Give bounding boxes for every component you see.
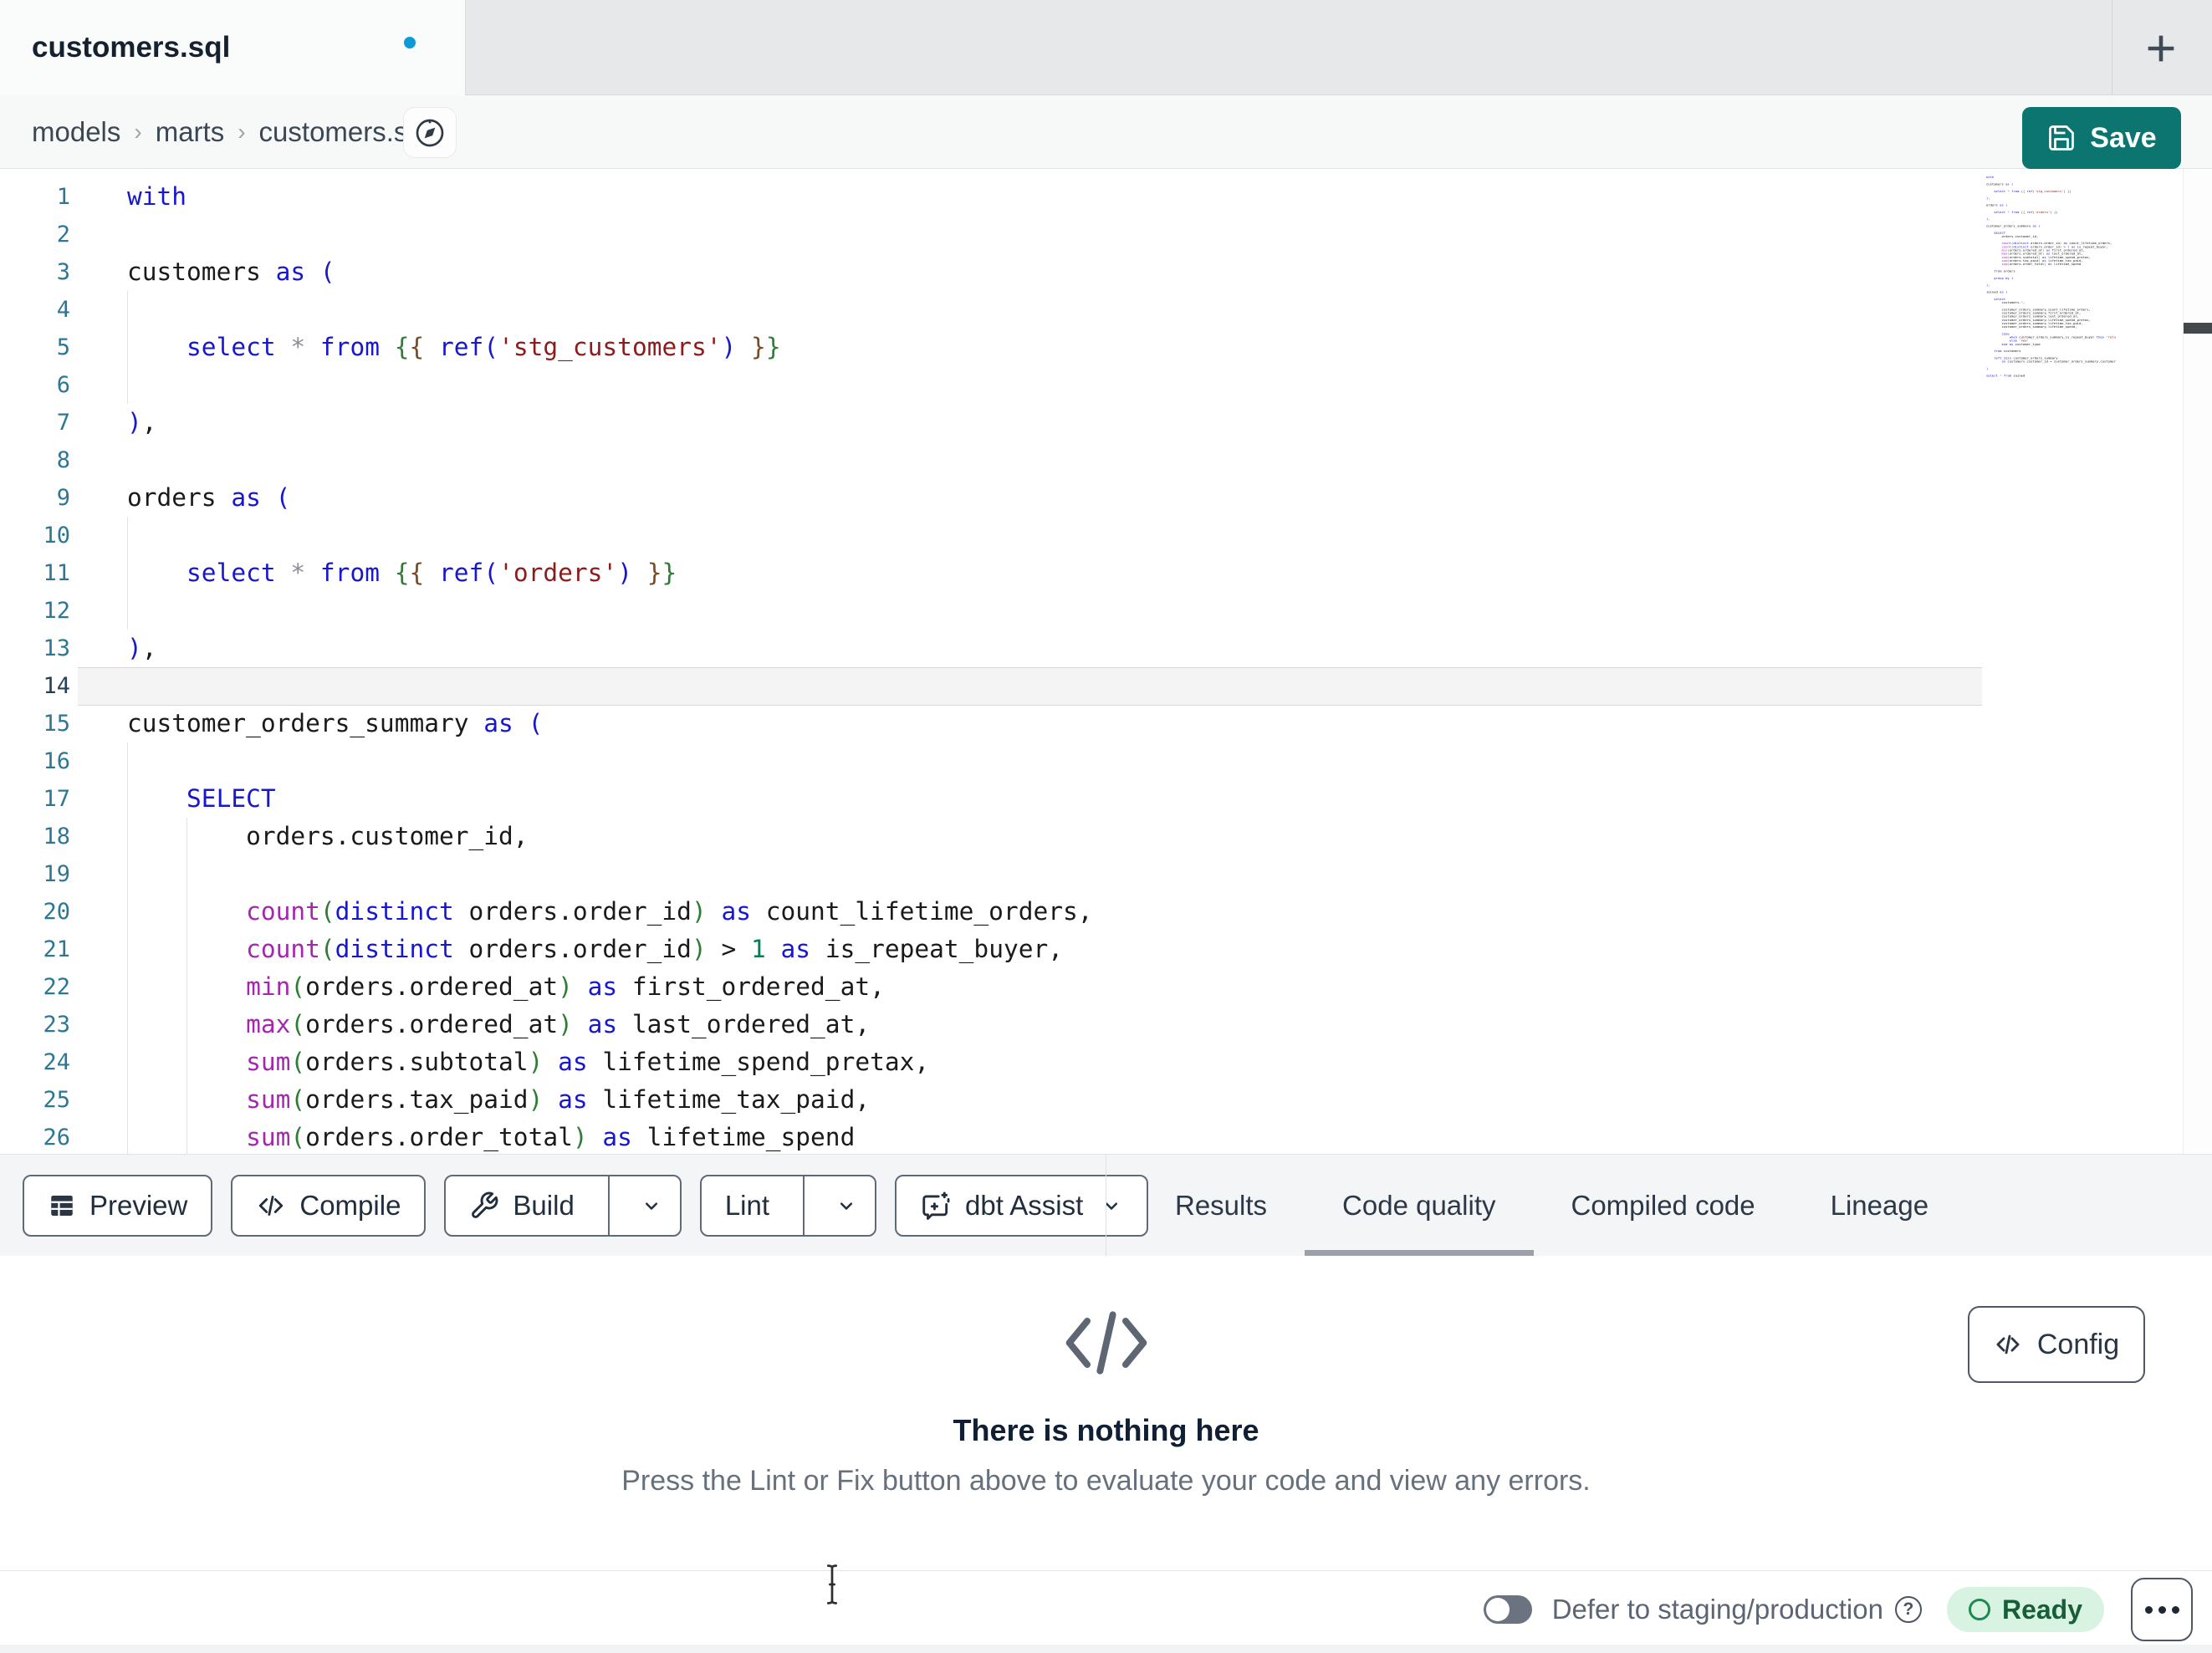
toggle-knob xyxy=(1485,1598,1510,1621)
config-button-label: Config xyxy=(2036,1328,2120,1360)
tab-strip: customers.sql xyxy=(0,0,2212,95)
preview-button[interactable]: Preview xyxy=(23,1175,213,1237)
dbt-assist-button-label: dbt Assist xyxy=(965,1190,1084,1221)
tab-code-quality[interactable]: Code quality xyxy=(1305,1155,1534,1256)
ellipsis-icon xyxy=(2171,1605,2179,1614)
chevron-down-icon xyxy=(640,1194,663,1217)
breadcrumb-models[interactable]: models xyxy=(32,116,120,148)
tab-lineage[interactable]: Lineage xyxy=(1793,1155,1966,1256)
compass-icon xyxy=(413,116,447,150)
ide-status-badge[interactable]: Ready xyxy=(1946,1587,2104,1632)
defer-toggle[interactable] xyxy=(1483,1595,1532,1624)
preview-button-label: Preview xyxy=(89,1190,188,1221)
lint-button-label: Lint xyxy=(724,1190,770,1221)
more-options-button[interactable] xyxy=(2131,1578,2193,1641)
dbt-ide-window: customers.sql models › marts › customers… xyxy=(0,0,2212,1653)
floppy-icon xyxy=(2046,123,2077,153)
breadcrumb-bar: models › marts › customers.sql Save xyxy=(0,95,2212,169)
code-content[interactable]: with customers as ( select * from {{ ref… xyxy=(127,178,1093,1154)
button-divider xyxy=(607,1176,610,1235)
minimap[interactable]: with customers as ( select * from {{ ref… xyxy=(1986,176,2116,381)
compile-button-label: Compile xyxy=(299,1190,401,1221)
tab-results[interactable]: Results xyxy=(1137,1155,1305,1256)
chevron-down-icon xyxy=(835,1194,858,1217)
save-button-label: Save xyxy=(2090,121,2157,154)
tab-compiled-code[interactable]: Compiled code xyxy=(1534,1155,1793,1256)
file-tab-title: customers.sql xyxy=(32,31,231,64)
code-icon xyxy=(256,1191,286,1221)
breadcrumb-separator: › xyxy=(134,119,142,145)
wrench-icon xyxy=(469,1191,499,1221)
unsaved-changes-dot-icon xyxy=(404,37,416,48)
chevron-down-icon xyxy=(1100,1194,1123,1217)
ellipsis-icon xyxy=(2144,1605,2153,1614)
lint-button[interactable]: Lint xyxy=(699,1175,877,1237)
window-bottom-edge xyxy=(0,1645,2212,1653)
build-button[interactable]: Build xyxy=(444,1175,682,1237)
breadcrumb-marts[interactable]: marts xyxy=(156,116,225,148)
code-quality-panel: There is nothing here Press the Lint or … xyxy=(0,1256,2212,1570)
code-icon xyxy=(0,1308,2212,1378)
dbt-assist-button[interactable]: dbt Assist xyxy=(895,1175,1149,1237)
breadcrumb-separator: › xyxy=(238,119,246,145)
file-navigate-button[interactable] xyxy=(403,107,457,158)
button-divider xyxy=(803,1176,805,1235)
code-editor[interactable]: 1 2 3 4 5 6 7 8 9 10 11 12 13 14 15 16 17 18 19 20 21 22 23 24 2… xyxy=(0,169,2212,1154)
table-icon xyxy=(48,1191,76,1220)
config-button[interactable]: Config xyxy=(1968,1306,2145,1383)
new-tab-button[interactable] xyxy=(2138,25,2184,72)
empty-state-title: There is nothing here xyxy=(953,1413,1259,1447)
defer-label: Defer to staging/production xyxy=(1551,1594,1883,1625)
editor-scrollbar[interactable] xyxy=(2183,169,2212,1154)
compile-button[interactable]: Compile xyxy=(231,1175,427,1237)
build-dropdown-button[interactable] xyxy=(623,1194,680,1217)
build-button-label: Build xyxy=(513,1190,575,1221)
editor-toolbar: Preview Compile Build Lint dbt Assist Re… xyxy=(0,1154,2212,1257)
lint-dropdown-button[interactable] xyxy=(818,1194,875,1217)
line-number-gutter: 1 2 3 4 5 6 7 8 9 10 11 12 13 14 15 16 17 18 19 20 21 22 23 24 2… xyxy=(43,184,70,1150)
chat-sparkle-icon xyxy=(920,1190,952,1222)
breadcrumb: models › marts › customers.sql xyxy=(32,95,429,169)
question-circle-icon[interactable]: ? xyxy=(1894,1596,1922,1623)
file-tab-customers-sql[interactable]: customers.sql xyxy=(0,0,466,95)
empty-state-subtitle: Press the Lint or Fix button above to ev… xyxy=(621,1465,1591,1497)
code-icon xyxy=(1994,1330,2022,1359)
ellipsis-icon xyxy=(2158,1605,2166,1614)
scrollbar-thumb[interactable] xyxy=(2184,323,2212,334)
status-bar: Defer to staging/production ? Ready xyxy=(0,1570,2212,1653)
minimap-content: with customers as ( select * from {{ ref… xyxy=(1986,176,2116,378)
ide-status-label: Ready xyxy=(2001,1594,2082,1625)
status-bar-controls: Defer to staging/production ? Ready xyxy=(1483,1576,2193,1643)
toolbar-buttons: Preview Compile Build Lint dbt Assist xyxy=(23,1175,1149,1237)
plus-icon xyxy=(2142,29,2180,68)
save-button[interactable]: Save xyxy=(2022,107,2181,169)
results-panel-tabs: Results Code quality Compiled code Linea… xyxy=(1137,1155,1966,1256)
status-ring-icon xyxy=(1968,1599,1990,1620)
